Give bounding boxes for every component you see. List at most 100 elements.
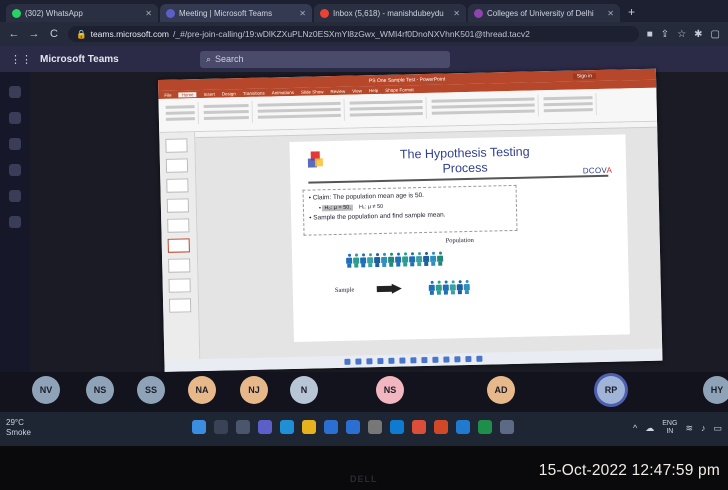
participant-avatar[interactable]: HY	[703, 376, 728, 404]
activity-icon[interactable]	[9, 86, 21, 98]
participant-avatar[interactable]: SS	[137, 376, 165, 404]
close-tab-icon[interactable]: ✕	[299, 9, 306, 18]
files-icon[interactable]	[9, 216, 21, 228]
back-icon[interactable]: ←	[8, 28, 20, 40]
task-view-icon[interactable]	[236, 420, 250, 434]
lock-icon: 🔒	[76, 28, 87, 39]
browser-tab[interactable]: Meeting | Microsoft Teams ✕	[160, 4, 312, 22]
language-indicator[interactable]: ENG IN	[662, 420, 677, 436]
close-tab-icon[interactable]: ✕	[607, 9, 614, 18]
wifi-icon[interactable]: ≋	[685, 423, 693, 434]
mail-icon[interactable]	[324, 420, 338, 434]
slide-thumbnail-selected[interactable]	[167, 238, 190, 253]
powerpoint-title: PS One Sample Test - PowerPoint	[368, 75, 446, 84]
ribbon-tab[interactable]: Insert	[204, 91, 215, 96]
editing-group[interactable]	[540, 93, 597, 117]
file-explorer-icon[interactable]	[302, 420, 316, 434]
browser-tab-bar: (302) WhatsApp ✕ Meeting | Microsoft Teams…	[0, 0, 728, 22]
drawing-group[interactable]	[428, 94, 539, 119]
current-slide[interactable]: The Hypothesis Testing Process DCOVA • C…	[289, 134, 630, 342]
battery-icon[interactable]: ▭	[713, 423, 722, 434]
sidebar-icon[interactable]: ▢	[711, 29, 720, 40]
edge-icon[interactable]	[280, 420, 294, 434]
person-icon	[381, 252, 388, 267]
share-icon[interactable]: ⇪	[661, 29, 669, 40]
person-icon	[449, 280, 456, 295]
volume-icon[interactable]: ♪	[701, 423, 706, 433]
browser-tab[interactable]: (302) WhatsApp ✕	[6, 4, 158, 22]
participant-avatar[interactable]: NV	[32, 376, 60, 404]
dell-icon[interactable]	[368, 420, 382, 434]
app-launcher-icon[interactable]: ⋮⋮	[10, 53, 32, 66]
teams-taskbar-icon[interactable]	[258, 420, 272, 434]
reload-icon[interactable]: C	[48, 28, 60, 40]
camera-icon[interactable]: ■	[647, 29, 653, 40]
slide-thumbnail[interactable]	[168, 258, 191, 273]
ribbon-tab[interactable]: Animations	[272, 89, 294, 95]
participant-avatar[interactable]: NS	[86, 376, 114, 404]
ribbon-tab[interactable]: Slide Show	[301, 89, 324, 95]
ribbon-tab[interactable]: File	[164, 92, 171, 97]
start-icon[interactable]	[192, 420, 206, 434]
participant-avatar[interactable]: NJ	[240, 376, 268, 404]
ribbon-tab[interactable]: Shape Format	[385, 87, 414, 93]
slide-thumbnail[interactable]	[165, 158, 189, 173]
sign-in-button[interactable]: Sign in	[572, 72, 597, 80]
ribbon-tab[interactable]: Review	[330, 88, 345, 93]
ribbon-tab[interactable]: Help	[369, 88, 378, 93]
participant-avatar[interactable]: N	[290, 376, 318, 404]
new-tab-button[interactable]: +	[622, 5, 641, 22]
app-icon[interactable]	[390, 420, 404, 434]
participant-avatar[interactable]: RP	[597, 376, 625, 404]
forward-icon[interactable]: →	[28, 28, 40, 40]
tab-favicon-icon	[166, 8, 175, 18]
person-icon	[388, 252, 395, 267]
slide-thumbnail[interactable]	[168, 278, 191, 293]
ribbon-tab[interactable]: Design	[222, 91, 236, 96]
person-icon	[437, 251, 444, 266]
onedrive-icon[interactable]: ☁	[645, 423, 654, 434]
teams-icon[interactable]	[9, 138, 21, 150]
ribbon-tab[interactable]: View	[352, 88, 362, 93]
slide-thumbnail[interactable]	[167, 218, 190, 233]
calls-icon[interactable]	[9, 190, 21, 202]
font-group[interactable]	[254, 98, 345, 123]
slide-thumbnail[interactable]	[168, 298, 192, 313]
slide-thumbnail[interactable]	[166, 178, 189, 193]
participant-avatar[interactable]: NA	[188, 376, 216, 404]
chat-icon[interactable]	[9, 112, 21, 124]
excel-icon[interactable]	[478, 420, 492, 434]
ribbon-tab[interactable]: Home	[178, 91, 197, 98]
paragraph-group[interactable]	[346, 96, 427, 121]
browser-tab[interactable]: Colleges of University of Delhi ✕	[468, 4, 620, 22]
chevron-up-icon[interactable]: ^	[633, 423, 637, 433]
search-placeholder: Search	[215, 54, 244, 64]
star-icon[interactable]: ☆	[677, 29, 686, 40]
weather-widget[interactable]: 29°C Smoke	[6, 418, 31, 438]
slides-group[interactable]	[200, 100, 253, 125]
slide-title: The Hypothesis Testing Process	[360, 144, 571, 179]
clipboard-group[interactable]	[162, 102, 200, 125]
bullet-sample-text: Sample the population and find sample me…	[313, 211, 446, 222]
slide-thumbnail[interactable]	[166, 198, 190, 213]
powerpoint-icon[interactable]	[434, 420, 448, 434]
slide-thumbnail[interactable]	[165, 138, 188, 153]
word-icon[interactable]	[456, 420, 470, 434]
address-bar: ← → C 🔒 teams.microsoft.com /_#/pre-join-…	[0, 22, 728, 46]
settings-icon[interactable]	[500, 420, 514, 434]
calendar-icon[interactable]	[9, 164, 21, 176]
bullet-textbox[interactable]: • Claim: The population mean age is 50. …	[302, 184, 518, 236]
close-tab-icon[interactable]: ✕	[453, 9, 460, 18]
url-field[interactable]: 🔒 teams.microsoft.com /_#/pre-join-callin…	[68, 26, 639, 42]
participant-avatar[interactable]: NS	[376, 376, 404, 404]
search-taskbar-icon[interactable]	[214, 420, 228, 434]
store-icon[interactable]	[346, 420, 360, 434]
browser-tab[interactable]: Inbox (5,618) - manishdubeydu ✕	[314, 4, 466, 22]
search-input[interactable]: ⌕ Search	[200, 50, 450, 68]
extensions-icon[interactable]: ✱	[694, 29, 702, 40]
person-icon	[442, 280, 449, 295]
participant-avatar[interactable]: AD	[487, 376, 515, 404]
ribbon-tab[interactable]: Transitions	[243, 90, 265, 95]
chrome-icon[interactable]	[412, 420, 426, 434]
close-tab-icon[interactable]: ✕	[145, 9, 152, 18]
